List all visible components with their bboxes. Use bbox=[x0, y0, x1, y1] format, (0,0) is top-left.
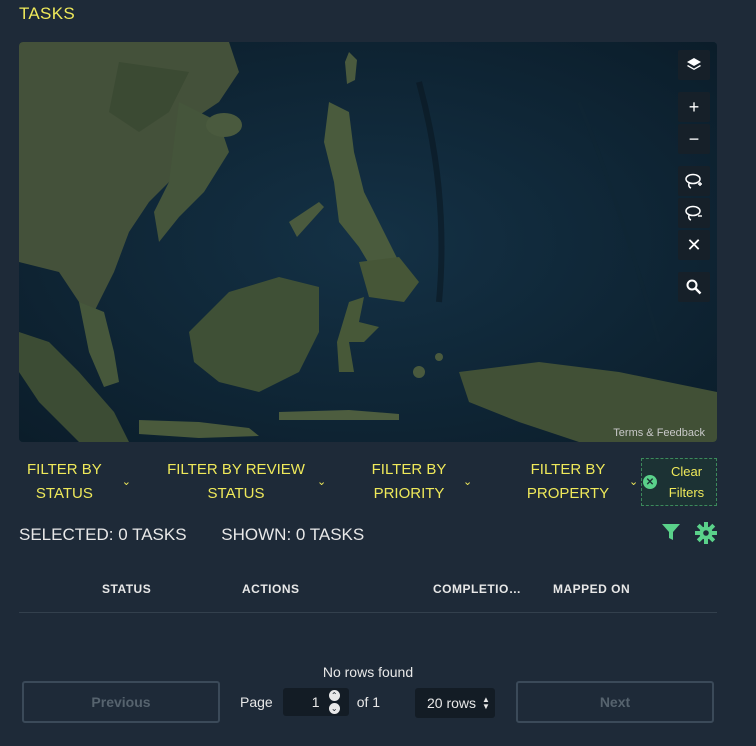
plus-icon: + bbox=[688, 96, 700, 117]
selected-count: SELECTED: 0 TASKS bbox=[19, 525, 187, 544]
chevron-down-icon: ⌄ bbox=[317, 476, 327, 488]
column-status[interactable]: STATUS bbox=[102, 582, 151, 596]
filter-review-status-dropdown[interactable]: FILTER BY REVIEW STATUS ⌄ bbox=[167, 458, 327, 506]
clear-icon: ✕ bbox=[643, 475, 657, 489]
empty-table-message: No rows found bbox=[322, 664, 414, 680]
next-button[interactable]: Next bbox=[516, 681, 714, 723]
close-icon: ✕ bbox=[686, 234, 702, 255]
filter-icon[interactable] bbox=[661, 522, 681, 542]
page-label: Page bbox=[240, 694, 273, 710]
column-actions[interactable]: ACTIONS bbox=[242, 582, 300, 596]
lasso-remove-button[interactable] bbox=[678, 198, 710, 228]
filter-status-dropdown[interactable]: FILTER BY STATUS ⌄ bbox=[19, 458, 131, 506]
filter-property-dropdown[interactable]: FILTER BY PROPERTY ⌄ bbox=[519, 458, 641, 506]
filter-bar: FILTER BY STATUS ⌄ FILTER BY REVIEW STAT… bbox=[19, 458, 719, 506]
filter-status-label: FILTER BY STATUS bbox=[27, 461, 102, 502]
map-attribution[interactable]: Terms & Feedback bbox=[613, 427, 705, 439]
shown-count: SHOWN: 0 TASKS bbox=[221, 525, 365, 544]
table-header: STATUS ACTIONS COMPLETIO… MAPPED ON bbox=[19, 574, 717, 613]
chevron-down-icon: ⌄ bbox=[121, 476, 131, 488]
chevron-down-icon[interactable]: ⌄ bbox=[328, 703, 340, 714]
page-number-input[interactable]: 1 ⌃ ⌄ bbox=[282, 688, 349, 716]
filter-property-label: FILTER BY PROPERTY bbox=[526, 461, 610, 502]
task-counts: SELECTED: 0 TASKS SHOWN: 0 TASKS bbox=[19, 525, 394, 545]
clear-selection-button[interactable]: ✕ bbox=[678, 230, 710, 260]
column-mapped-on[interactable]: MAPPED ON bbox=[553, 582, 630, 596]
page-number-value: 1 bbox=[311, 694, 320, 710]
page-total: of 1 bbox=[356, 694, 381, 710]
gear-icon[interactable] bbox=[695, 522, 717, 544]
search-button[interactable] bbox=[678, 272, 710, 302]
satellite-imagery bbox=[19, 42, 717, 442]
lasso-remove-icon bbox=[685, 205, 702, 221]
select-arrows-icon: ▲ ▼ bbox=[482, 695, 490, 711]
column-completion[interactable]: COMPLETIO… bbox=[433, 582, 521, 596]
chevron-down-icon: ⌄ bbox=[629, 476, 639, 488]
zoom-out-button[interactable]: − bbox=[678, 124, 710, 154]
rows-per-page-value: 20 rows bbox=[427, 695, 477, 711]
page-jump: Page 1 ⌃ ⌄ of 1 bbox=[240, 688, 380, 716]
clear-filters-label: Clear Filters bbox=[668, 464, 705, 500]
lasso-add-button[interactable] bbox=[678, 166, 710, 196]
clear-filters-button[interactable]: ✕ Clear Filters bbox=[641, 458, 717, 506]
lasso-add-icon bbox=[685, 173, 702, 189]
table-tools bbox=[661, 522, 717, 544]
search-icon bbox=[686, 279, 702, 295]
filter-review-status-label: FILTER BY REVIEW STATUS bbox=[167, 461, 305, 502]
chevron-down-icon: ⌄ bbox=[463, 476, 473, 488]
rows-per-page-select[interactable]: 20 rows ▲ ▼ bbox=[415, 688, 495, 718]
chevron-up-icon[interactable]: ⌃ bbox=[328, 690, 340, 701]
map-controls: + − ✕ bbox=[678, 50, 710, 302]
page-title: TASKS bbox=[19, 4, 75, 23]
previous-button[interactable]: Previous bbox=[22, 681, 220, 723]
layers-icon bbox=[687, 58, 701, 70]
layers-button[interactable] bbox=[678, 50, 710, 80]
filter-priority-label: FILTER BY PRIORITY bbox=[371, 461, 447, 502]
minus-icon: − bbox=[688, 128, 700, 149]
filter-priority-dropdown[interactable]: FILTER BY PRIORITY ⌄ bbox=[367, 458, 479, 506]
map[interactable]: + − ✕ Terms & Feedback bbox=[19, 42, 717, 442]
page-stepper[interactable]: ⌃ ⌄ bbox=[328, 690, 341, 714]
zoom-in-button[interactable]: + bbox=[678, 92, 710, 122]
